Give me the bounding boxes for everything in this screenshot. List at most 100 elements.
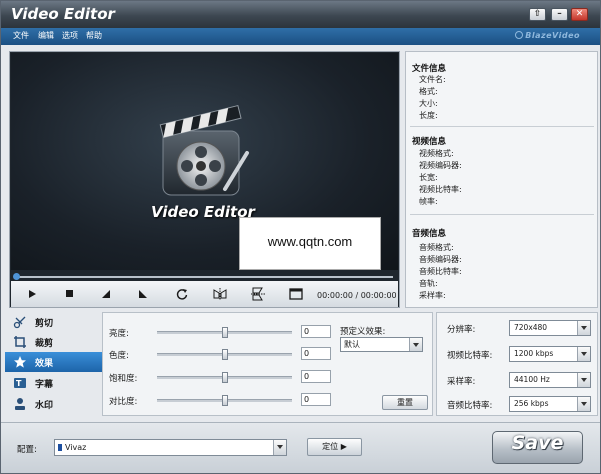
device-icon [58,444,62,451]
seek-thumb[interactable] [13,273,20,280]
preset-value: 默认 [344,340,360,349]
close-button[interactable]: ✕ [571,8,588,21]
tab-crop[interactable]: 裁剪 [5,332,102,352]
restore-button[interactable]: ⇧ [529,8,546,21]
resolution-label: 分辨率: [447,325,476,335]
rotate-button[interactable] [172,285,192,303]
watermark-icon [15,398,25,410]
menu-file[interactable]: 文件 [13,30,29,41]
audio-info-heading: 音频信息 [412,229,447,239]
sample-rate-label: 采样率: [447,377,476,387]
menu-edit[interactable]: 编辑 [38,30,54,41]
video-screen[interactable]: Video Editor www.qqtn.com [11,53,398,270]
seek-bar[interactable] [13,273,396,281]
fullscreen-button[interactable] [286,285,306,303]
brand-mark-icon [515,31,524,39]
hue-label: 色度: [109,351,129,361]
file-length-field: 长度: [419,111,438,120]
next-frame-button[interactable] [133,285,153,303]
divider [410,214,594,215]
file-format-field: 格式: [419,87,438,96]
prev-frame-button[interactable] [96,285,116,303]
profile-dropdown[interactable]: Vivaz [54,439,287,456]
audio-track-field: 音轨: [419,279,438,288]
resolution-dropdown[interactable]: 720x480 [509,320,591,336]
flip-vertical-button[interactable] [248,285,268,303]
audio-bitrate-value: 256 kbps [514,399,549,408]
chevron-down-icon[interactable] [409,338,422,351]
reset-button[interactable]: 重置 [382,395,428,410]
audio-bitrate-field: 音频比特率: [419,267,462,276]
app-window: Video Editor ⇧ – ✕ 文件 编辑 选项 帮助 BlazeVide… [0,0,601,474]
saturation-value[interactable]: 0 [301,370,331,383]
star-icon [14,356,26,368]
tab-cut[interactable]: 剪切 [5,312,102,332]
video-bitrate-label: 视频比特率: [447,351,493,361]
contrast-label: 对比度: [109,397,138,407]
sample-rate-dropdown[interactable]: 44100 Hz [509,372,591,388]
effects-panel: 亮度: 0 色度: 0 饱和度: 0 对比度: 0 预定义效果: 默认 重置 [102,312,433,416]
file-name-field: 文件名: [419,75,446,84]
chevron-down-icon[interactable] [577,373,590,387]
profile-value: Vivaz [65,443,87,452]
chevron-down-icon[interactable] [577,321,590,335]
playback-controls: 00:00:00 / 00:00:00 [11,281,398,307]
slider-thumb[interactable] [222,395,228,406]
tab-label: 剪切 [35,319,54,329]
menu-help[interactable]: 帮助 [86,30,102,41]
minimize-button[interactable]: – [551,8,568,21]
brightness-label: 亮度: [109,329,129,339]
locate-button[interactable]: 定位 ▶ [307,438,362,456]
tab-subtitles[interactable]: T 字幕 [5,373,102,393]
brightness-value[interactable]: 0 [301,325,331,338]
play-button[interactable] [22,285,42,303]
preview-panel: Video Editor www.qqtn.com 00:00:00 / 00:… [9,51,400,308]
hue-slider[interactable] [157,349,292,360]
video-bitrate-dropdown[interactable]: 1200 kbps [509,346,591,362]
seek-track [16,276,393,278]
stop-button[interactable] [59,285,79,303]
profile-label: 配置: [17,445,37,455]
contrast-slider[interactable] [157,395,292,406]
save-button[interactable]: Save [492,431,583,464]
preset-label: 预定义效果: [340,327,386,337]
tab-watermark[interactable]: 水印 [5,394,102,414]
hue-value[interactable]: 0 [301,347,331,360]
tab-effects[interactable]: 效果 [5,352,102,372]
play-icon [29,290,36,298]
chevron-down-icon[interactable] [577,347,590,361]
title-bar[interactable]: Video Editor ⇧ – ✕ [1,1,600,28]
audio-bitrate-dropdown[interactable]: 256 kbps [509,396,591,412]
flip-vertical-icon [251,287,265,301]
next-frame-icon [139,290,147,298]
window-title: Video Editor [11,5,115,23]
time-display: 00:00:00 / 00:00:00 [317,291,397,300]
flip-horizontal-button[interactable] [210,285,230,303]
slider-thumb[interactable] [222,327,228,338]
slider-thumb[interactable] [222,349,228,360]
output-settings-panel: 分辨率: 720x480 视频比特率: 1200 kbps 采样率: 44100… [436,312,598,416]
chevron-down-icon[interactable] [273,440,286,455]
frame-rate-field: 帧率: [419,197,438,206]
brightness-slider[interactable] [157,327,292,338]
video-codec-field: 视频编码器: [419,161,462,170]
edit-tab-list: 剪切 裁剪 效果 T 字幕 水印 [5,312,102,414]
brand-logo: BlazeVideo [515,31,580,40]
slider-thumb[interactable] [222,372,228,383]
audio-bitrate-label: 音频比特率: [447,401,493,411]
subtitle-icon: T [14,378,26,388]
preset-dropdown[interactable]: 默认 [340,337,423,352]
prev-frame-icon [102,290,110,298]
media-info-panel: 文件信息 文件名: 格式: 大小: 长度: 视频信息 视频格式: 视频编码器: … [405,51,598,308]
file-info-heading: 文件信息 [412,64,447,74]
audio-codec-field: 音频编码器: [419,255,462,264]
chevron-down-icon[interactable] [577,397,590,411]
saturation-slider[interactable] [157,372,292,383]
contrast-value[interactable]: 0 [301,393,331,406]
resolution-value: 720x480 [514,323,548,332]
locate-label: 定位 [322,442,339,451]
watermark-overlay: www.qqtn.com [239,217,381,270]
menu-options[interactable]: 选项 [62,30,78,41]
fullscreen-icon [289,288,303,300]
flip-horizontal-icon [213,288,227,300]
